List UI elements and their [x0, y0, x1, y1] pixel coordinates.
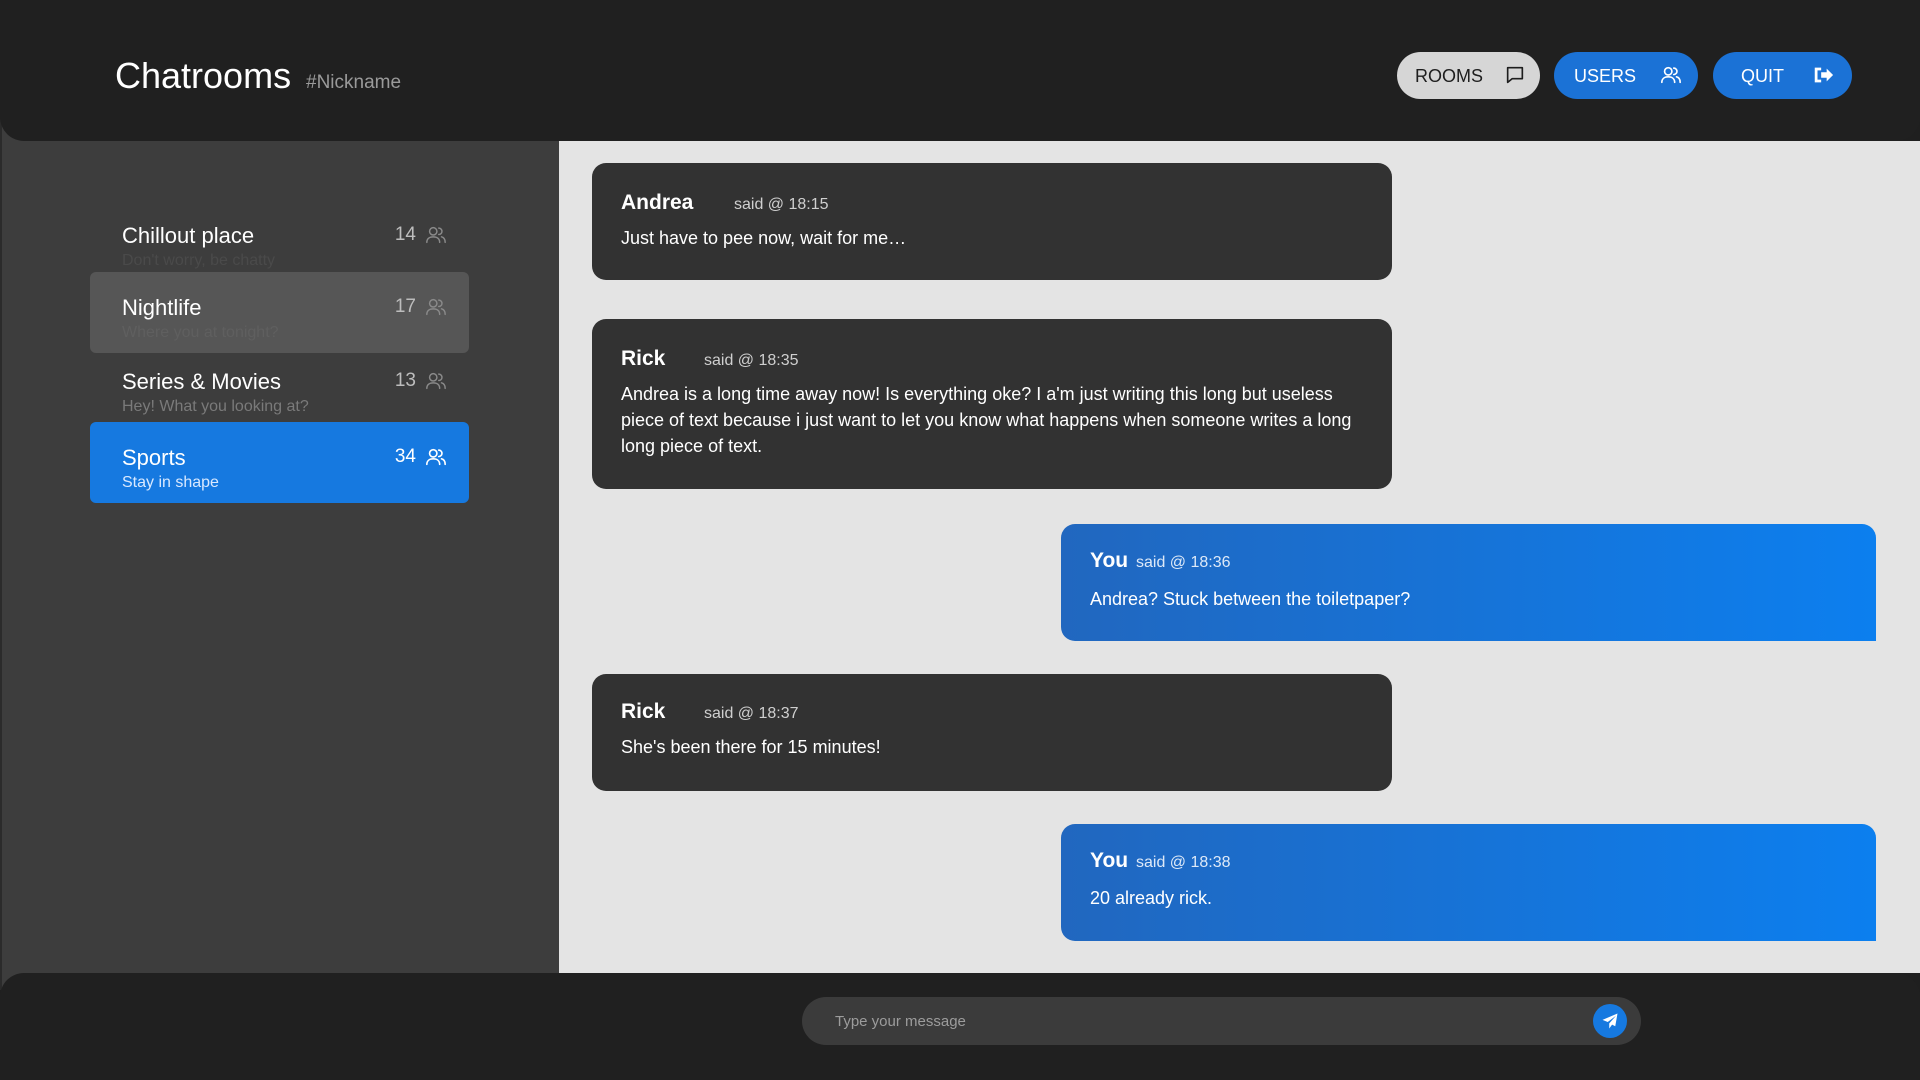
message-text: 20 already rick.: [1090, 888, 1213, 908]
users-icon: [1661, 66, 1681, 84]
room-name: Nightlife: [122, 295, 202, 320]
users-button[interactable]: USERS: [1554, 52, 1698, 99]
room-name: Series & Movies: [122, 369, 281, 394]
app-header: Chatrooms #Nickname ROOMS USERS QUIT: [0, 0, 1920, 141]
message-text: Andrea is a long time away now! Is every…: [621, 384, 1352, 456]
message-input-wrapper: [802, 997, 1641, 1045]
rooms-button[interactable]: ROOMS: [1397, 52, 1540, 99]
message-author: You: [1090, 849, 1129, 872]
message-meta: said @ 18:35: [704, 352, 799, 369]
message-bubble: Rick said @ 18:35 Andrea is a long time …: [592, 319, 1392, 489]
room-name: Chillout place: [122, 223, 255, 248]
room-item-nightlife[interactable]: Nightlife Where you at tonight? 17: [90, 272, 469, 353]
message-text: She's been there for 15 minutes!: [621, 737, 881, 757]
message-composer-bar: [0, 973, 1920, 1080]
users-icon: [426, 448, 446, 466]
users-icon: [426, 226, 446, 244]
message-bubble-own: You said @ 18:38 20 already rick.: [1061, 824, 1876, 941]
message-meta: said @ 18:15: [734, 196, 829, 213]
message-author: Rick: [621, 700, 666, 723]
rooms-sidebar: Chillout place Don't worry, be chatty 14…: [0, 100, 559, 990]
message-meta: said @ 18:36: [1136, 554, 1231, 571]
users-icon: [426, 372, 446, 390]
users-icon: [426, 298, 446, 316]
chat-bubble-icon: [1506, 66, 1524, 84]
room-item-chillout-place[interactable]: Chillout place Don't worry, be chatty 14: [90, 200, 469, 281]
message-bubble: Rick said @ 18:37 She's been there for 1…: [592, 674, 1392, 791]
message-meta: said @ 18:38: [1136, 854, 1231, 871]
message-author: You: [1090, 549, 1129, 572]
message-text: Andrea? Stuck between the toiletpaper?: [1090, 589, 1411, 609]
room-item-sports[interactable]: Sports Stay in shape 34: [90, 422, 469, 503]
message-bubble: Andrea said @ 18:15 Just have to pee now…: [592, 163, 1392, 280]
room-description: Don't worry, be chatty: [122, 252, 276, 269]
room-description: Where you at tonight?: [122, 324, 279, 341]
room-name: Sports: [122, 445, 186, 470]
room-user-count: 13: [394, 370, 416, 391]
message-bubble-own: You said @ 18:36 Andrea? Stuck between t…: [1061, 524, 1876, 641]
room-user-count: 14: [394, 224, 416, 245]
message-author: Andrea: [621, 191, 694, 214]
room-description: Hey! What you looking at?: [122, 398, 309, 415]
room-user-count: 34: [394, 446, 416, 467]
message-text: Just have to pee now, wait for me…: [621, 228, 907, 248]
room-user-count: 17: [394, 296, 416, 317]
paper-plane-icon: [1602, 1013, 1618, 1029]
message-meta: said @ 18:37: [704, 705, 799, 722]
users-button-label: USERS: [1574, 66, 1637, 86]
chat-messages-panel[interactable]: Andrea said @ 18:15 Just have to pee now…: [559, 141, 1920, 973]
room-item-series-movies[interactable]: Series & Movies Hey! What you looking at…: [90, 346, 469, 427]
message-author: Rick: [621, 347, 666, 370]
quit-button-label: QUIT: [1741, 66, 1784, 86]
quit-button[interactable]: QUIT: [1713, 52, 1852, 99]
send-button[interactable]: [1593, 1004, 1627, 1038]
room-description: Stay in shape: [122, 474, 219, 491]
nickname-label: #Nickname: [306, 72, 402, 93]
app-title: Chatrooms: [115, 55, 292, 96]
rooms-button-label: ROOMS: [1415, 66, 1484, 86]
sign-out-icon: [1814, 67, 1834, 83]
message-input[interactable]: [835, 997, 1575, 1045]
